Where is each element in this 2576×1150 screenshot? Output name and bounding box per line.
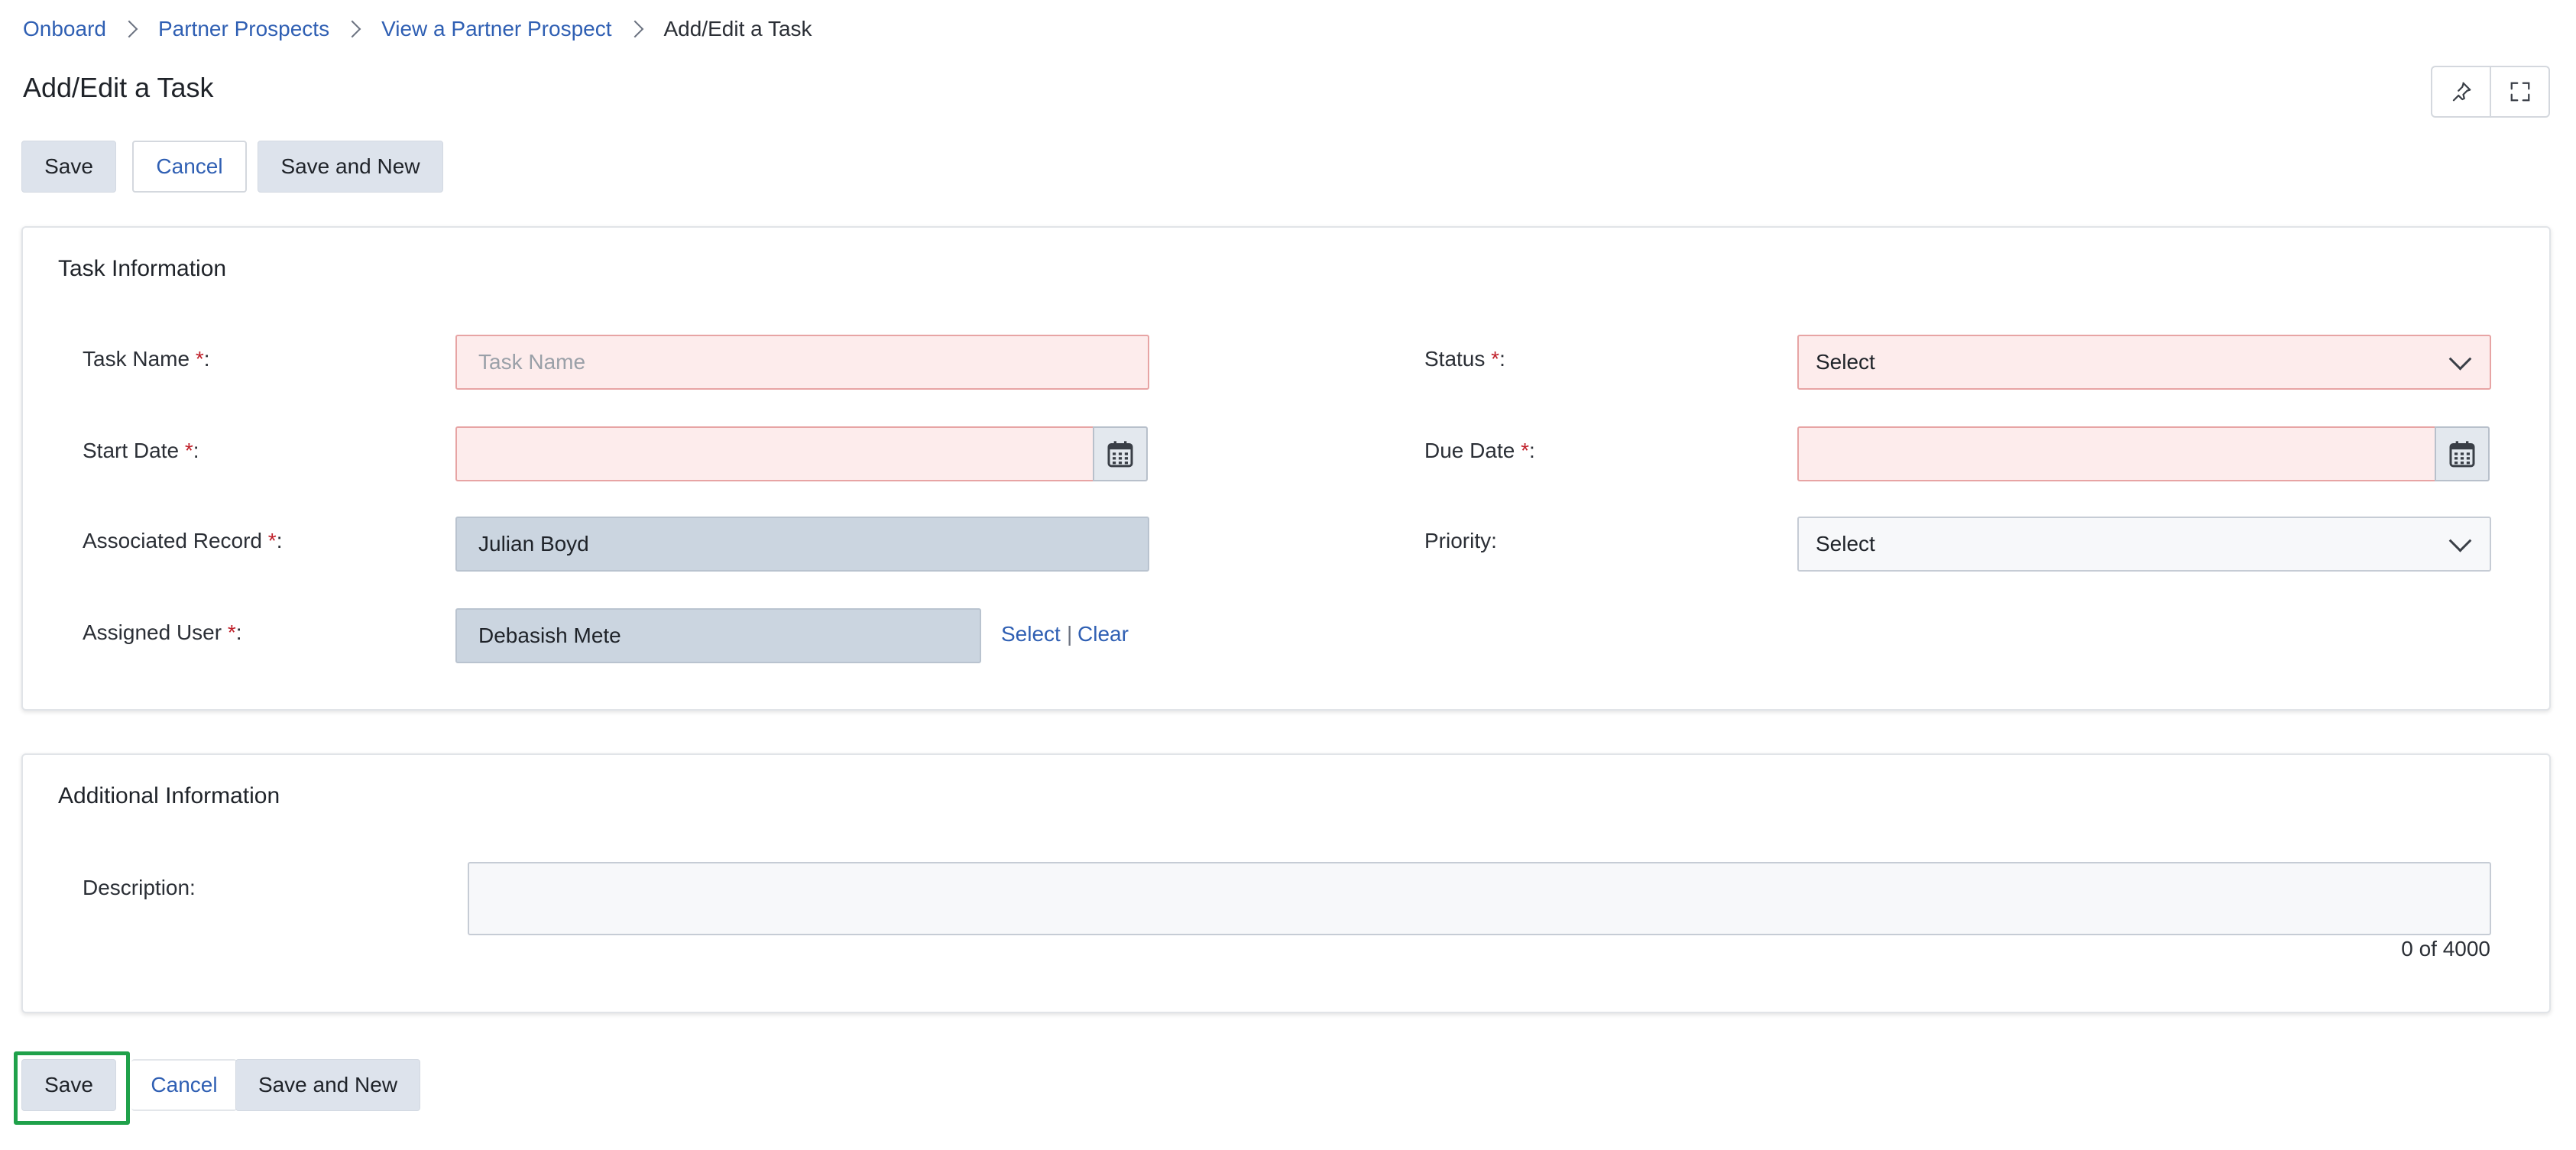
assigned-user-field: Debasish Mete <box>455 608 981 663</box>
start-date-label: Start Date *: <box>83 439 199 462</box>
chevron-down-icon <box>2448 347 2472 371</box>
breadcrumb-current: Add/Edit a Task <box>663 17 812 40</box>
task-name-input[interactable]: Task Name <box>455 335 1149 390</box>
priority-select[interactable]: Select <box>1797 517 2491 572</box>
associated-record-field: Julian Boyd <box>455 517 1149 572</box>
pin-button[interactable] <box>2432 67 2490 116</box>
cancel-button[interactable]: Cancel <box>132 141 247 193</box>
pin-icon <box>2452 82 2471 102</box>
chevron-down-icon <box>2448 529 2472 552</box>
start-date-calendar-button[interactable] <box>1093 426 1148 481</box>
calendar-icon <box>1107 441 1133 468</box>
breadcrumb-partner-prospects[interactable]: Partner Prospects <box>158 17 329 41</box>
assigned-user-clear-link[interactable]: Clear <box>1077 622 1129 646</box>
chevron-right-icon <box>626 20 643 38</box>
calendar-icon <box>2449 441 2475 468</box>
chevron-right-icon <box>120 20 138 38</box>
due-date-label: Due Date *: <box>1424 439 1535 462</box>
breadcrumb: Onboard Partner Prospects View a Partner… <box>23 14 812 44</box>
save-and-new-button[interactable]: Save and New <box>258 141 443 193</box>
fullscreen-button[interactable] <box>2490 67 2548 116</box>
assigned-user-select-link[interactable]: Select <box>1001 622 1061 646</box>
due-date-input[interactable] <box>1797 426 2436 481</box>
status-select[interactable]: Select <box>1797 335 2491 390</box>
task-name-label: Task Name *: <box>83 347 210 371</box>
fullscreen-icon <box>2510 82 2529 102</box>
description-label: Description: <box>83 876 196 899</box>
assigned-user-label: Assigned User *: <box>83 620 242 644</box>
priority-label: Priority: <box>1424 529 1497 552</box>
due-date-calendar-button[interactable] <box>2435 426 2490 481</box>
footer-cancel-button[interactable]: Cancel <box>131 1059 237 1111</box>
footer-save-and-new-button[interactable]: Save and New <box>235 1059 420 1111</box>
breadcrumb-onboard[interactable]: Onboard <box>23 17 106 41</box>
additional-information-title: Additional Information <box>58 783 280 808</box>
associated-record-label: Associated Record *: <box>83 529 283 552</box>
breadcrumb-view-partner-prospect[interactable]: View a Partner Prospect <box>381 17 611 41</box>
description-char-count: 0 of 4000 <box>2401 937 2490 960</box>
save-button-highlight <box>14 1051 130 1125</box>
page-tools <box>2431 66 2550 118</box>
chevron-right-icon <box>343 20 361 38</box>
start-date-input[interactable] <box>455 426 1094 481</box>
page-title: Add/Edit a Task <box>23 72 214 103</box>
link-separator: | <box>1067 622 1073 646</box>
description-textarea[interactable] <box>468 862 2491 935</box>
status-label: Status *: <box>1424 347 1505 371</box>
save-button[interactable]: Save <box>21 141 116 193</box>
task-information-title: Task Information <box>58 256 227 281</box>
